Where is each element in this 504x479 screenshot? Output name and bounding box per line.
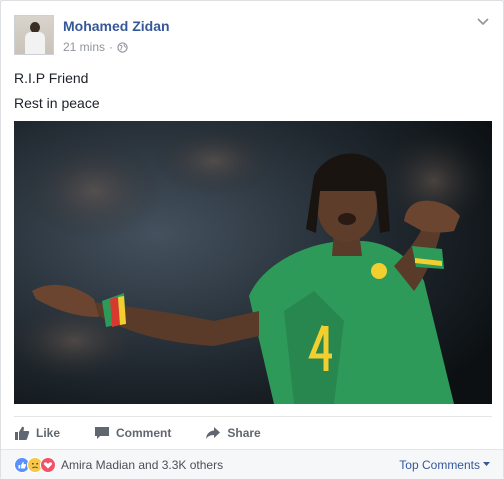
post-text-line-2: Rest in peace xyxy=(14,95,100,111)
post-text-line-1: R.I.P Friend xyxy=(14,70,89,86)
love-reaction-icon xyxy=(40,456,56,473)
share-icon xyxy=(206,426,221,439)
author-name[interactable]: Mohamed Zidan xyxy=(63,18,170,34)
share-button[interactable]: Share xyxy=(205,425,261,441)
footballer-image xyxy=(14,121,492,404)
post-time[interactable]: 21 mins xyxy=(63,40,105,54)
thumbs-up-icon xyxy=(15,426,30,440)
like-label: Like xyxy=(36,425,61,440)
share-label: Share xyxy=(227,425,261,440)
like-button[interactable]: Like xyxy=(14,425,60,441)
top-comments-label: Top Comments xyxy=(399,457,480,472)
post-actions: Like Comment Share xyxy=(14,416,492,448)
reactions-bar: Amira Madian and 3.3K others Top Comment… xyxy=(1,449,503,479)
post-header: Mohamed Zidan 21 mins · xyxy=(14,15,492,57)
meta-separator: · xyxy=(109,40,114,54)
comment-label: Comment xyxy=(116,425,172,440)
reactions-summary[interactable]: Amira Madian and 3.3K others xyxy=(61,458,223,472)
post-photo[interactable] xyxy=(14,121,492,404)
globe-icon xyxy=(117,41,128,53)
post-card: Mohamed Zidan 21 mins · R.I.P Friend Res… xyxy=(0,0,504,479)
comment-button[interactable]: Comment xyxy=(94,425,171,441)
post-meta: 21 mins · xyxy=(63,40,128,54)
author-avatar[interactable] xyxy=(14,15,54,55)
comment-icon xyxy=(95,426,110,439)
chevron-down-icon[interactable] xyxy=(476,17,490,27)
caret-down-icon xyxy=(483,462,490,466)
top-comments-dropdown[interactable]: Top Comments xyxy=(399,458,490,472)
reaction-icons[interactable] xyxy=(14,456,56,473)
